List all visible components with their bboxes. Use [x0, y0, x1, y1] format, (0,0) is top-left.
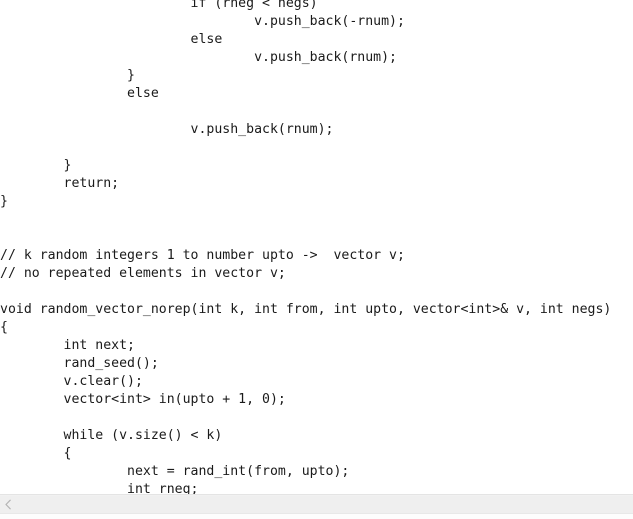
- horizontal-scrollbar-track[interactable]: [0, 496, 633, 513]
- scroll-left-arrow-icon[interactable]: [0, 496, 17, 513]
- code-line: // no repeated elements in vector v;: [0, 266, 286, 281]
- code-line: while (v.size() < k): [0, 428, 223, 443]
- code-line: {: [0, 320, 8, 335]
- code-line: {: [0, 446, 72, 461]
- code-line: v.push_back(-rnum);: [0, 14, 405, 29]
- code-line: v.push_back(rnum);: [0, 122, 334, 137]
- horizontal-scrollbar[interactable]: [0, 494, 633, 519]
- code-line: vector<int> in(upto + 1, 0);: [0, 392, 286, 407]
- code-line: v.push_back(rnum);: [0, 50, 397, 65]
- code-line: return;: [0, 176, 120, 191]
- code-line: rand_seed();: [0, 356, 159, 371]
- code-line: }: [0, 158, 72, 173]
- code-line: else: [0, 86, 159, 101]
- code-line: v.clear();: [0, 374, 143, 389]
- code-viewer: if (rneg < negs) v.push_back(-rnum); els…: [0, 0, 633, 519]
- code-line: // k random integers 1 to number upto ->…: [0, 248, 405, 263]
- code-line: else: [0, 32, 223, 47]
- code-line: void random_vector_norep(int k, int from…: [0, 302, 612, 317]
- code-line: }: [0, 194, 8, 209]
- code-text-area[interactable]: if (rneg < negs) v.push_back(-rnum); els…: [0, 0, 633, 494]
- code-line-list: if (rneg < negs) v.push_back(-rnum); els…: [0, 0, 633, 494]
- code-line: }: [0, 68, 135, 83]
- code-line: next = rand_int(from, upto);: [0, 464, 350, 479]
- code-line: int next;: [0, 338, 135, 353]
- scrollbar-bottom-edge: [0, 513, 633, 519]
- code-line: int rneg;: [0, 482, 199, 494]
- code-line: if (rneg < negs): [0, 0, 318, 11]
